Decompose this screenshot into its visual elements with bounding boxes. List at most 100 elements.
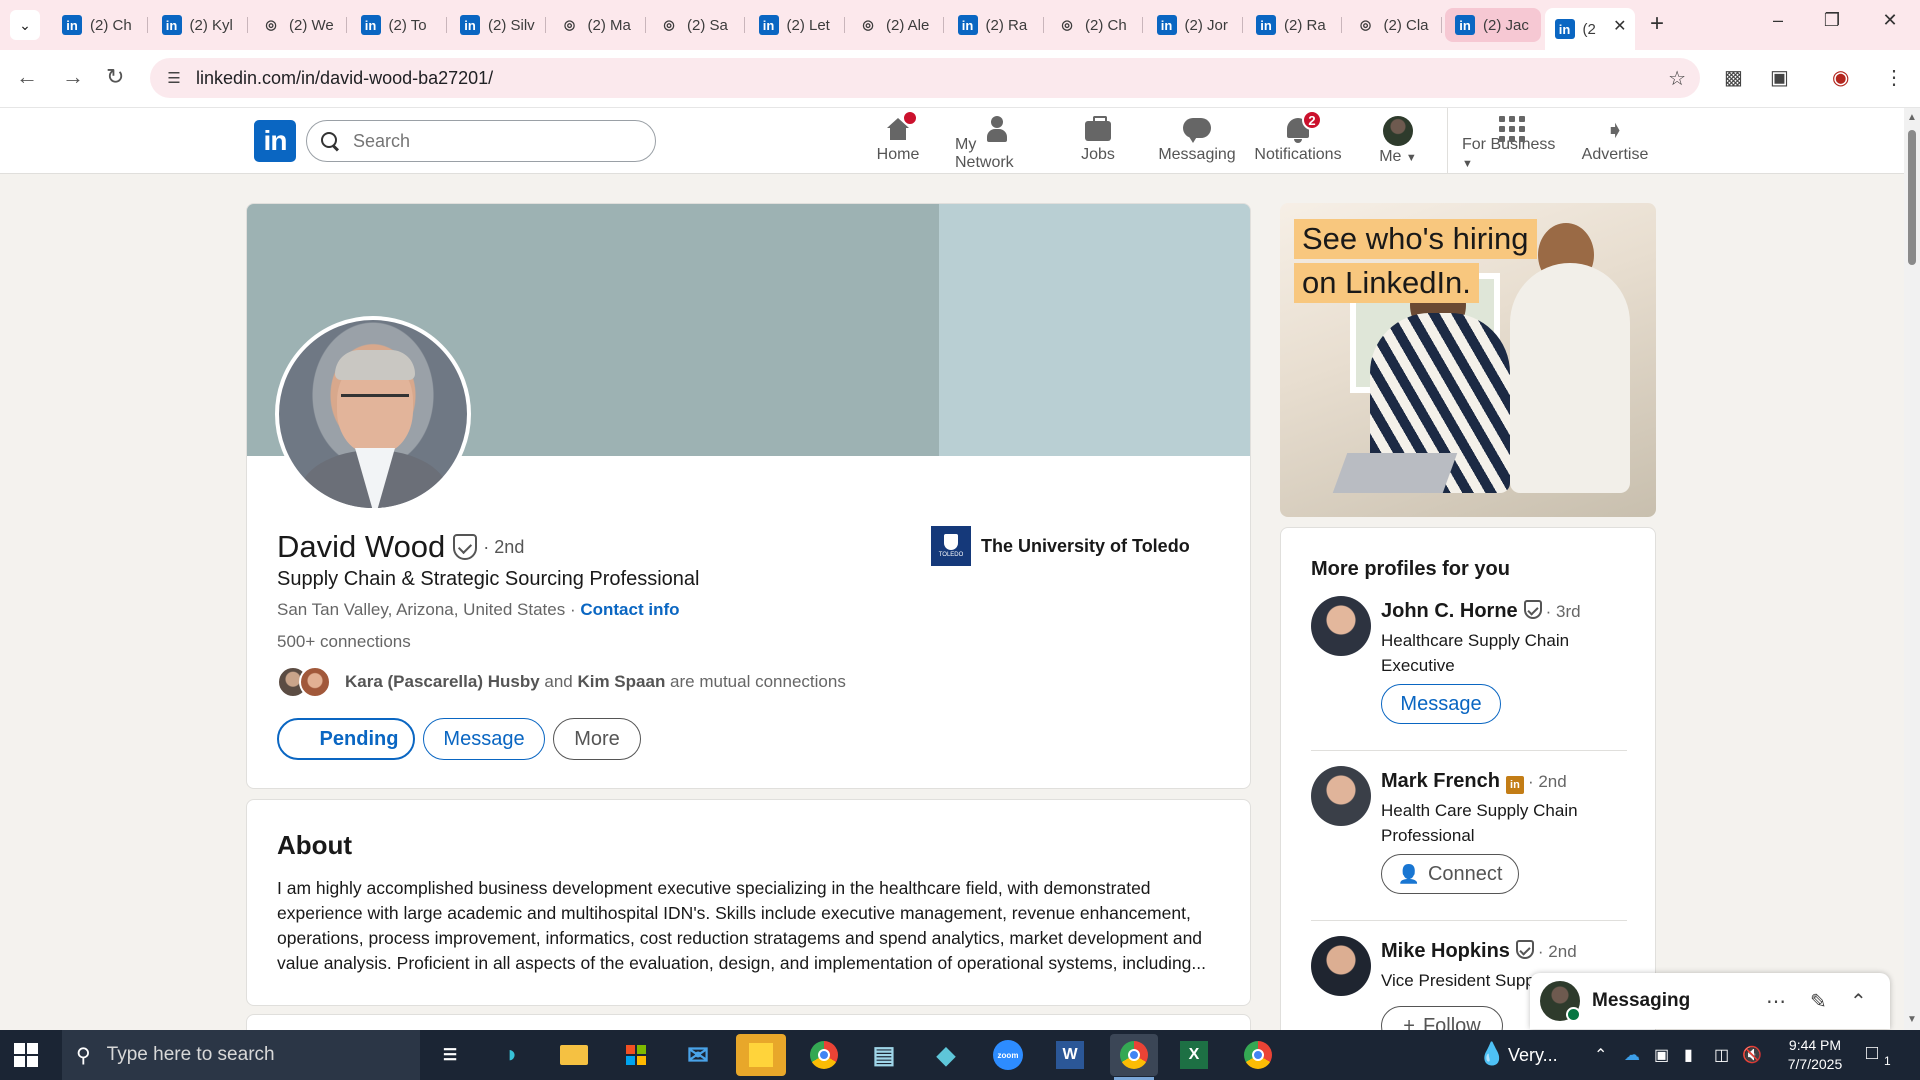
reload-button[interactable]: ↻ xyxy=(106,64,124,90)
chevron-up-icon[interactable]: ⌃ xyxy=(1850,989,1867,1014)
suggested-profile-name[interactable]: John C. Horne · 3rd xyxy=(1381,600,1581,623)
weather-icon[interactable]: 💧 xyxy=(1478,1041,1505,1067)
browser-tab[interactable]: in (2) Kyl xyxy=(152,8,248,42)
browser-tab[interactable]: ◎ (2) Sa xyxy=(649,8,745,42)
browser-tab[interactable]: in (2) Ch xyxy=(52,8,148,42)
new-tab-button[interactable]: + xyxy=(1650,10,1664,38)
search-icon: ⚲ xyxy=(76,1044,91,1067)
contact-info-link[interactable]: Contact info xyxy=(580,600,679,619)
chrome-icon[interactable] xyxy=(806,1038,842,1072)
app-diamond-icon[interactable]: ◆ xyxy=(928,1038,964,1072)
browser-tab[interactable]: in (2) Let xyxy=(749,8,845,42)
linkedin-logo[interactable]: in xyxy=(254,120,296,162)
browser-tab[interactable]: in (2) To xyxy=(351,8,447,42)
extension-icon[interactable]: ▩ xyxy=(1724,65,1743,90)
notepad-icon[interactable]: ▤ xyxy=(866,1038,902,1072)
chrome-profile-icon[interactable] xyxy=(1240,1038,1276,1072)
word-icon[interactable]: W xyxy=(1052,1038,1088,1072)
browser-tab[interactable]: in (2) Ra xyxy=(948,8,1044,42)
site-info-icon[interactable]: ☰ xyxy=(164,68,184,88)
education-link[interactable]: TOLEDO The University of Toledo xyxy=(931,526,1190,566)
volume-muted-icon[interactable]: 🔇 xyxy=(1742,1045,1762,1065)
task-view-icon[interactable]: ☰ xyxy=(432,1038,468,1072)
browser-tab[interactable]: in (2) Jor xyxy=(1147,8,1243,42)
messaging-overlay[interactable]: Messaging ⋯ ✎ ⌃ xyxy=(1530,973,1890,1029)
nav-messaging[interactable]: Messaging xyxy=(1158,116,1236,172)
notification-center-icon[interactable]: □ xyxy=(1866,1042,1878,1065)
browser-tab[interactable]: ◎ (2) Ma xyxy=(550,8,646,42)
browser-tab[interactable]: in (2) Ra xyxy=(1246,8,1342,42)
message-button[interactable]: Message xyxy=(423,718,545,760)
excel-icon[interactable]: X xyxy=(1176,1038,1212,1072)
suggested-profile-name[interactable]: Mark French in · 2nd xyxy=(1381,770,1567,794)
tray-chevron-up-icon[interactable]: ⌃ xyxy=(1594,1045,1607,1065)
more-options-icon[interactable]: ⋯ xyxy=(1766,989,1786,1014)
onedrive-icon[interactable]: ☁ xyxy=(1624,1045,1640,1065)
restore-button[interactable]: ❐ xyxy=(1812,10,1852,31)
browser-tab[interactable]: ◎ (2) Cla xyxy=(1346,8,1442,42)
avatar[interactable] xyxy=(1311,766,1371,826)
browser-tab[interactable]: ◎ (2) Ale xyxy=(848,8,944,42)
browser-menu-icon[interactable]: ⋮ xyxy=(1884,65,1904,90)
page-scrollbar[interactable]: ▲ ▼ xyxy=(1904,108,1920,1030)
browser-tab[interactable]: in (2 ✕ xyxy=(1544,8,1635,50)
browser-tab[interactable]: ◎ (2) We xyxy=(251,8,347,42)
mail-icon[interactable]: ✉ xyxy=(680,1038,716,1072)
nav-my-network[interactable]: My Network xyxy=(955,116,1039,172)
scrollbar-thumb[interactable] xyxy=(1908,130,1916,265)
profile-photo[interactable] xyxy=(275,316,471,512)
search-box[interactable] xyxy=(306,120,656,162)
avatar[interactable] xyxy=(1311,936,1371,996)
scroll-down-arrow-icon[interactable]: ▼ xyxy=(1907,1014,1917,1025)
network-icon[interactable]: ◫ xyxy=(1714,1045,1729,1065)
chrome-active-icon[interactable] xyxy=(1110,1034,1158,1076)
profile-icon[interactable]: ◉ xyxy=(1832,65,1849,90)
close-window-button[interactable]: ✕ xyxy=(1870,10,1910,31)
microsoft-store-icon[interactable] xyxy=(618,1038,654,1072)
taskbar-search[interactable]: ⚲ Type here to search xyxy=(62,1030,420,1080)
close-tab-icon[interactable]: ✕ xyxy=(1613,16,1626,36)
nav-jobs[interactable]: Jobs xyxy=(1080,116,1116,172)
forward-button[interactable]: → xyxy=(62,64,84,90)
avatar xyxy=(1383,116,1413,146)
mutual-connections[interactable]: Kara (Pascarella) Husby and Kim Spaan ar… xyxy=(277,662,846,702)
message-button[interactable]: Message xyxy=(1381,684,1501,724)
taskbar-clock[interactable]: 9:44 PM 7/7/2025 xyxy=(1760,1036,1870,1074)
file-explorer-icon[interactable] xyxy=(556,1038,592,1072)
connect-button[interactable]: 👤 Connect xyxy=(1381,854,1519,894)
bookmark-star-icon[interactable]: ☆ xyxy=(1668,66,1686,91)
nav-notifications[interactable]: 2 Notifications xyxy=(1254,110,1342,172)
profile-name: David Wood · 2nd xyxy=(277,529,525,564)
linkedin-icon: in xyxy=(360,15,381,35)
minimize-button[interactable]: – xyxy=(1758,10,1798,31)
suggested-profile-name[interactable]: Mike Hopkins · 2nd xyxy=(1381,940,1577,963)
pending-button[interactable]: Pending xyxy=(277,718,415,760)
scroll-up-arrow-icon[interactable]: ▲ xyxy=(1907,112,1917,123)
nav-home[interactable]: Home xyxy=(876,110,920,172)
sticky-notes-icon[interactable] xyxy=(736,1034,786,1076)
more-button[interactable]: More xyxy=(553,718,641,760)
browser-tab[interactable]: in (2) Jac xyxy=(1445,8,1541,42)
avatar[interactable] xyxy=(1311,596,1371,656)
windows-start-button[interactable] xyxy=(14,1043,38,1067)
zoom-icon[interactable]: zoom xyxy=(990,1038,1026,1072)
browser-tab[interactable]: in (2) Silv xyxy=(450,8,546,42)
url-text[interactable]: linkedin.com/in/david-wood-ba27201/ xyxy=(196,68,493,89)
edge-browser-icon[interactable]: ◗ xyxy=(494,1038,530,1072)
weather-text[interactable]: Very... xyxy=(1508,1045,1558,1066)
nav-me[interactable]: Me ▼ xyxy=(1378,116,1418,172)
nav-advertise[interactable]: ➧ Advertise xyxy=(1582,116,1649,172)
search-input[interactable] xyxy=(353,130,633,152)
tab-search-menu-button[interactable]: ⌄ xyxy=(10,10,40,40)
browser-tab[interactable]: ◎ (2) Ch xyxy=(1047,8,1143,42)
meet-now-icon[interactable]: ▣ xyxy=(1654,1045,1669,1065)
back-button[interactable]: ← xyxy=(16,64,38,90)
puzzle-extensions-icon[interactable]: ▣ xyxy=(1770,65,1789,90)
verified-badge-icon[interactable] xyxy=(453,534,478,560)
nav-for-business[interactable]: For Business ▼ xyxy=(1462,116,1562,172)
hiring-ad-banner[interactable]: See who's hiring on LinkedIn. xyxy=(1280,203,1656,517)
battery-icon[interactable]: ▮ xyxy=(1684,1045,1693,1065)
address-bar[interactable]: ☰ linkedin.com/in/david-wood-ba27201/ ☆ xyxy=(150,58,1700,98)
connections-count[interactable]: 500+ connections xyxy=(277,632,411,652)
compose-icon[interactable]: ✎ xyxy=(1810,989,1827,1014)
